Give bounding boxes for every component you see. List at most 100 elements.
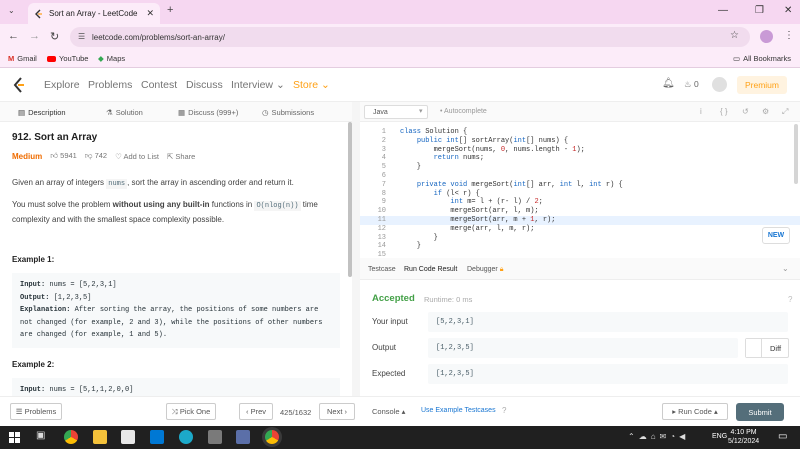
language-indicator[interactable]: ENG bbox=[712, 433, 727, 440]
windows-start-icon[interactable] bbox=[9, 432, 20, 443]
minimize-icon[interactable]: — bbox=[718, 5, 728, 16]
language-select[interactable]: Java ▾ bbox=[364, 105, 428, 119]
use-example-testcases[interactable]: Use Example Testcases bbox=[421, 407, 496, 414]
tab-description[interactable]: ▤ Description bbox=[18, 108, 66, 117]
browser-menu-icon[interactable]: ⋮ bbox=[784, 30, 794, 41]
fullscreen-icon[interactable]: ⤢ bbox=[782, 107, 788, 117]
mail-icon[interactable] bbox=[150, 430, 164, 444]
code-line[interactable]: 2 public int[] sortArray(int[] nums) { bbox=[360, 137, 800, 146]
line-number: 11 bbox=[377, 215, 386, 224]
new-badge[interactable]: NEW bbox=[762, 227, 790, 244]
app-icon[interactable] bbox=[236, 430, 250, 444]
code-line[interactable]: 5 } bbox=[360, 163, 800, 172]
reset-icon[interactable]: ↺ bbox=[742, 107, 749, 116]
example-line: Output: [1,2,3,5] bbox=[20, 292, 332, 305]
edge-icon[interactable] bbox=[179, 430, 193, 444]
bookmark-gmail[interactable]: M Gmail bbox=[8, 54, 37, 63]
nav-discuss[interactable]: Discuss bbox=[186, 79, 223, 91]
code-line[interactable]: 4 return nums; bbox=[360, 154, 800, 163]
console-toggle[interactable]: Console ▴ bbox=[372, 407, 405, 416]
code-line[interactable]: 3 mergeSort(nums, 0, nums.length - 1); bbox=[360, 146, 800, 155]
share-button[interactable]: ⇱ Share bbox=[167, 152, 195, 161]
code-line[interactable]: 6 bbox=[360, 172, 800, 181]
editor-scrollbar[interactable] bbox=[794, 124, 798, 184]
help-icon[interactable]: ? bbox=[788, 295, 792, 304]
code-line[interactable]: 12 merge(arr, l, m, r); bbox=[360, 225, 800, 234]
maximize-icon[interactable]: ❐ bbox=[755, 5, 764, 16]
code-editor: Java ▾ • Autocomplete i { } ↺ ⚙ ⤢ 1 class… bbox=[360, 102, 800, 259]
dislike-button[interactable]: 👎︎ 742 bbox=[85, 151, 107, 161]
tab-menu-icon[interactable]: ⌄ bbox=[8, 6, 15, 15]
pick-one-button[interactable]: ⤨ Pick One bbox=[166, 403, 216, 420]
tab-close-icon[interactable]: ✕ bbox=[146, 8, 154, 19]
code-line[interactable]: 9 int m= l + (r- l) / 2; bbox=[360, 198, 800, 207]
notification-center-icon[interactable]: ▭ bbox=[778, 431, 787, 442]
bell-icon[interactable]: 🔔︎ bbox=[662, 78, 675, 89]
panel-splitter[interactable] bbox=[352, 102, 360, 396]
nav-contest[interactable]: Contest bbox=[141, 79, 177, 91]
settings-icon[interactable]: ⚙ bbox=[762, 107, 769, 116]
nav-interview[interactable]: Interview ⌄ bbox=[231, 79, 285, 91]
chrome-active-icon[interactable] bbox=[265, 430, 279, 444]
profile-avatar[interactable] bbox=[760, 30, 773, 43]
code-line[interactable]: 10 mergeSort(arr, l, m); bbox=[360, 207, 800, 216]
clock[interactable]: 4:10 PM 5/12/2024 bbox=[728, 428, 759, 446]
bookmark-maps[interactable]: ◆ Maps bbox=[98, 54, 125, 63]
task-view-icon[interactable]: ▣ bbox=[36, 430, 45, 441]
bookmark-youtube[interactable]: YouTube bbox=[47, 54, 88, 63]
code-line[interactable]: 8 if (l< r) { bbox=[360, 190, 800, 199]
code-line[interactable]: 7 private void mergeSort(int[] arr, int … bbox=[360, 181, 800, 190]
help-icon[interactable]: ? bbox=[502, 406, 506, 415]
example-1-title: Example 1: bbox=[12, 255, 55, 264]
code-text: private void mergeSort(int[] arr, int l,… bbox=[416, 180, 623, 189]
bookmark-label: Gmail bbox=[17, 54, 37, 63]
back-icon[interactable]: ← bbox=[8, 30, 19, 42]
premium-button[interactable]: Premium bbox=[737, 76, 787, 94]
tab-submissions[interactable]: ◷ Submissions bbox=[262, 108, 314, 117]
file-explorer-icon[interactable] bbox=[93, 430, 107, 444]
code-lines[interactable]: 1 class Solution {2 public int[] sortArra… bbox=[360, 128, 800, 260]
leetcode-logo[interactable] bbox=[12, 77, 26, 93]
user-avatar[interactable] bbox=[712, 77, 727, 92]
submit-button[interactable]: Submit bbox=[736, 403, 784, 421]
browser-tab[interactable]: Sort an Array - LeetCode ✕ bbox=[28, 3, 160, 24]
next-button[interactable]: Next › bbox=[319, 403, 355, 420]
info-icon[interactable]: i bbox=[700, 107, 702, 116]
chrome-icon[interactable] bbox=[64, 430, 78, 444]
reload-icon[interactable]: ↻ bbox=[50, 30, 59, 43]
add-to-list-button[interactable]: ♡ Add to List bbox=[115, 152, 159, 161]
like-button[interactable]: 👍︎ 5941 bbox=[50, 151, 77, 161]
all-bookmarks[interactable]: ▭ All Bookmarks bbox=[733, 54, 791, 63]
tab-discuss[interactable]: ▦ Discuss (999+) bbox=[178, 108, 238, 117]
store-icon[interactable] bbox=[121, 430, 135, 444]
address-bar[interactable]: ☰ leetcode.com/problems/sort-an-array/ ☆ bbox=[70, 27, 750, 47]
prev-button[interactable]: ‹ Prev bbox=[239, 403, 273, 420]
app-icon[interactable] bbox=[208, 430, 222, 444]
code-line[interactable]: 11 mergeSort(arr, m + 1, r); bbox=[360, 215, 800, 225]
new-tab-icon[interactable]: + bbox=[167, 4, 173, 16]
tab-run-code-result[interactable]: Run Code Result bbox=[404, 266, 457, 273]
tab-testcase[interactable]: Testcase bbox=[368, 266, 396, 273]
nav-explore[interactable]: Explore bbox=[44, 79, 80, 91]
forward-icon[interactable]: → bbox=[29, 30, 40, 42]
tab-debugger[interactable]: Debugger 🔒︎ bbox=[467, 266, 503, 274]
add-to-list-label: Add to List bbox=[123, 151, 159, 161]
code-line[interactable]: 1 class Solution { bbox=[360, 128, 800, 137]
bookmark-star-icon[interactable]: ☆ bbox=[730, 30, 739, 41]
language-label: Java bbox=[373, 108, 388, 116]
code-line[interactable]: 13 } bbox=[360, 234, 800, 243]
run-code-button[interactable]: ▸ Run Code ▴ bbox=[662, 403, 728, 420]
collapse-icon[interactable]: ⌄ bbox=[782, 264, 789, 273]
braces-icon[interactable]: { } bbox=[720, 107, 728, 116]
code-line[interactable]: 14 } bbox=[360, 242, 800, 251]
problems-button[interactable]: ☰ Problems bbox=[10, 403, 62, 420]
system-tray-icons[interactable]: ⌃☁⌂✉◔◀ bbox=[628, 432, 689, 441]
diff-toggle[interactable]: Diff bbox=[745, 338, 789, 358]
nav-store[interactable]: Store ⌄ bbox=[293, 79, 330, 91]
tab-solution[interactable]: ⚗ Solution bbox=[106, 108, 143, 117]
notification-count[interactable]: ♨ 0 bbox=[684, 79, 699, 90]
autocomplete-toggle[interactable]: • Autocomplete bbox=[440, 108, 487, 115]
window-close-icon[interactable]: ✕ bbox=[784, 5, 792, 16]
nav-problems[interactable]: Problems bbox=[88, 79, 132, 91]
site-settings-icon[interactable]: ☰ bbox=[78, 32, 85, 41]
